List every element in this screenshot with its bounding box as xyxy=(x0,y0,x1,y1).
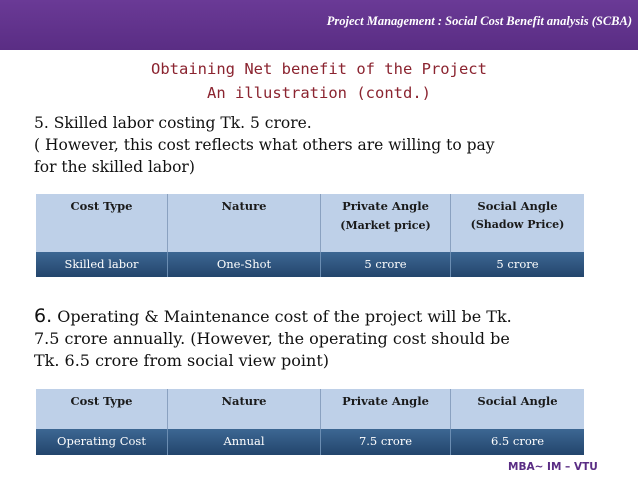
cell-nature: One-Shot xyxy=(168,252,321,277)
paragraph-line: for the skilled labor) xyxy=(34,158,195,176)
item-number: 6. xyxy=(34,305,53,327)
cell-cost-type: Operating Cost xyxy=(36,429,168,455)
header-private-angle: Private Angle (Market price) xyxy=(321,194,451,252)
cell-nature: Annual xyxy=(168,429,321,455)
paragraph-line: 6. Operating & Maintenance cost of the p… xyxy=(34,305,614,328)
operating-cost-table: Cost Type Nature Private Angle Social An… xyxy=(36,389,584,455)
table-header-row: Cost Type Nature Private Angle Social An… xyxy=(36,389,584,429)
paragraph-line: ( However, this cost reflects what other… xyxy=(34,136,495,154)
header-social-angle: Social Angle (Shadow Price) xyxy=(451,194,584,252)
header-nature: Nature xyxy=(168,389,321,429)
paragraph-operating-cost: 6. Operating & Maintenance cost of the p… xyxy=(34,305,614,372)
header-label: Social Angle xyxy=(477,199,558,213)
slide-header-title: Project Management : Social Cost Benefit… xyxy=(326,14,632,28)
slide-heading-line1: Obtaining Net benefit of the Project xyxy=(151,60,487,78)
cell-private-angle: 5 crore xyxy=(321,252,451,277)
paragraph-line: 7.5 crore annually. (However, the operat… xyxy=(34,329,510,348)
header-sublabel: (Market price) xyxy=(340,219,431,232)
skilled-labor-table: Cost Type Nature Private Angle (Market p… xyxy=(36,194,584,277)
slide-heading-line2: An illustration (contd.) xyxy=(207,84,431,102)
cell-cost-type: Skilled labor xyxy=(36,252,168,277)
header-label: Private Angle xyxy=(342,199,429,213)
table-row: Operating Cost Annual 7.5 crore 6.5 cror… xyxy=(36,429,584,455)
table-row: Skilled labor One-Shot 5 crore 5 crore xyxy=(36,252,584,277)
title-bar: Project Management : Social Cost Benefit… xyxy=(0,0,638,50)
paragraph-skilled-labor: 5. Skilled labor costing Tk. 5 crore. ( … xyxy=(34,112,614,178)
header-private-angle: Private Angle xyxy=(321,389,451,429)
cell-social-angle: 6.5 crore xyxy=(490,434,545,448)
header-social-angle: Social Angle xyxy=(477,394,558,408)
paragraph-line: 5. Skilled labor costing Tk. 5 crore. xyxy=(34,114,312,132)
header-nature: Nature xyxy=(168,194,321,252)
cell-social-angle: 5 crore xyxy=(496,257,539,271)
footer-label: MBA~ IM – VTU xyxy=(508,461,598,473)
header-sublabel: (Shadow Price) xyxy=(470,218,565,231)
cell-private-angle: 7.5 crore xyxy=(321,429,451,455)
header-cost-type: Cost Type xyxy=(36,194,168,252)
paragraph-line: Tk. 6.5 crore from social view point) xyxy=(34,351,330,370)
header-cost-type: Cost Type xyxy=(36,389,168,429)
paragraph-text: Operating & Maintenance cost of the proj… xyxy=(52,307,512,326)
table-header-row: Cost Type Nature Private Angle (Market p… xyxy=(36,194,584,252)
